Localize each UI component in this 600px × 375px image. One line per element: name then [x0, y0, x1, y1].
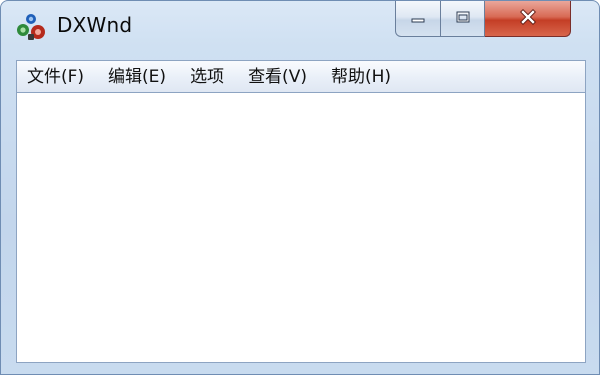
minimize-button[interactable]: [395, 1, 441, 37]
menu-help[interactable]: 帮助(H): [319, 63, 403, 91]
close-button[interactable]: [485, 1, 571, 37]
menu-options[interactable]: 选项: [178, 63, 236, 91]
maximize-icon: [455, 9, 471, 28]
menu-file[interactable]: 文件(F): [17, 63, 96, 91]
minimize-icon: [410, 9, 426, 28]
close-icon: [519, 8, 537, 29]
caption-buttons: [395, 1, 585, 39]
dxwnd-app-icon[interactable]: [15, 13, 47, 41]
dxwnd-window: DXWnd 文件(F) 编辑(E) 选项 查看(V) 帮助(H): [0, 0, 600, 375]
window-title: DXWnd: [57, 13, 133, 37]
program-list-area[interactable]: [16, 92, 586, 363]
title-bar[interactable]: DXWnd: [1, 1, 599, 53]
maximize-button[interactable]: [441, 1, 485, 37]
menu-bar: 文件(F) 编辑(E) 选项 查看(V) 帮助(H): [16, 60, 586, 92]
menu-view[interactable]: 查看(V): [236, 63, 319, 91]
menu-edit[interactable]: 编辑(E): [96, 63, 178, 91]
